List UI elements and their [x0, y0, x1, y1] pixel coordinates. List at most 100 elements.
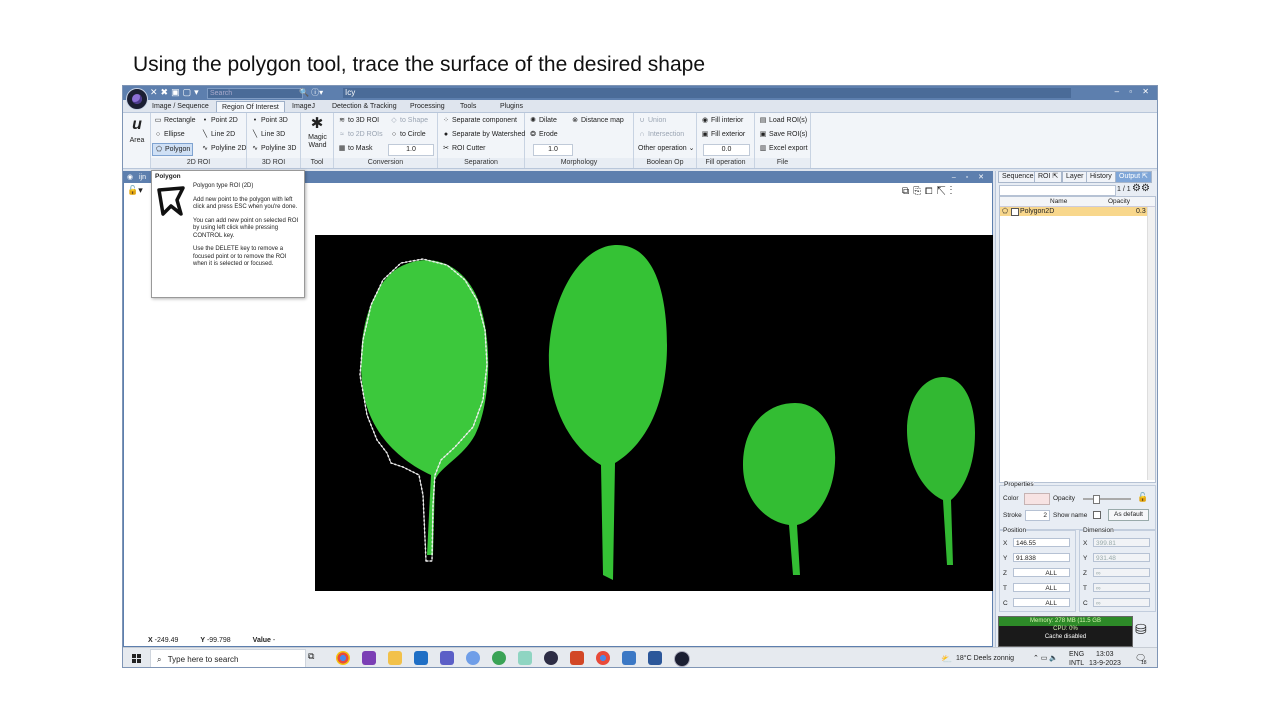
- onenote-icon[interactable]: [362, 651, 376, 665]
- roi-cutter-button[interactable]: ✂ ROI Cutter: [440, 143, 487, 154]
- tray-icons[interactable]: ⌃ ▭ 🔈: [1033, 654, 1058, 662]
- table-row[interactable]: ⬠ Polygon2D 0.3: [1000, 207, 1147, 216]
- lang-ind-1[interactable]: ENG: [1069, 651, 1084, 658]
- icy-taskbar-icon[interactable]: [674, 651, 690, 667]
- duplicate-icon[interactable]: ⎘: [913, 186, 925, 197]
- task-view-icon[interactable]: ⧉: [308, 651, 322, 665]
- save-rois-button[interactable]: ▣ Save ROI(s): [757, 129, 810, 140]
- search-input[interactable]: Search: [207, 88, 303, 99]
- lock-icon[interactable]: 🔓▾: [127, 185, 143, 196]
- tab-plugins[interactable]: Plugins: [495, 101, 528, 112]
- app-icon-4[interactable]: [544, 651, 558, 665]
- pos-x-field[interactable]: 146.55: [1013, 538, 1070, 547]
- teams-icon[interactable]: [440, 651, 454, 665]
- chrome-icon-2[interactable]: [596, 651, 610, 665]
- weather-text[interactable]: 18°C Deels zonnig: [956, 655, 1014, 662]
- intersection-button[interactable]: ∩ Intersection: [636, 129, 686, 140]
- dilate-button[interactable]: ✺ Dilate: [527, 115, 559, 126]
- quick-access-icons[interactable]: ✕✖▣▢▾: [150, 87, 202, 98]
- show-name-checkbox[interactable]: [1093, 511, 1101, 519]
- external-icon[interactable]: ⇱: [936, 186, 949, 197]
- dim-z-field[interactable]: ∞: [1093, 568, 1150, 577]
- app-icon-3[interactable]: [518, 651, 532, 665]
- polyline3d-tool[interactable]: ∿ Polyline 3D: [249, 143, 298, 154]
- tab-roi[interactable]: ROI ⇱: [1034, 171, 1063, 183]
- dim-x-field[interactable]: 399.81: [1093, 538, 1150, 547]
- opacity-slider[interactable]: [1083, 498, 1131, 500]
- tab-tools[interactable]: Tools: [455, 101, 481, 112]
- leaf-image[interactable]: [315, 235, 993, 591]
- to-3d-roi-button[interactable]: ≋ to 3D ROI: [336, 115, 381, 126]
- chrome-icon[interactable]: [336, 651, 350, 665]
- dim-y-field[interactable]: 931.48: [1093, 553, 1150, 562]
- morphology-value-field[interactable]: 1.0: [533, 144, 573, 156]
- line2d-tool[interactable]: ╲ Line 2D: [199, 129, 237, 140]
- union-button[interactable]: ∪ Union: [636, 115, 668, 126]
- app-icon-5[interactable]: [622, 651, 636, 665]
- line3d-tool[interactable]: ╲ Line 3D: [249, 129, 287, 140]
- point3d-tool[interactable]: • Point 3D: [249, 115, 290, 126]
- tab-sequence[interactable]: Sequence: [998, 171, 1038, 183]
- app-icon-2[interactable]: [492, 651, 506, 665]
- word-icon[interactable]: [648, 651, 662, 665]
- magic-wand-label[interactable]: Magic Wand: [302, 134, 333, 150]
- tab-processing[interactable]: Processing: [405, 101, 450, 112]
- to-mask-button[interactable]: ▦ to Mask: [336, 143, 375, 154]
- dim-t-field[interactable]: ∞: [1093, 583, 1150, 592]
- screenshot-icon[interactable]: ⧉: [902, 186, 913, 197]
- tab-layer[interactable]: Layer: [1062, 171, 1088, 183]
- load-rois-button[interactable]: ▤ Load ROI(s): [757, 115, 809, 126]
- tab-detection-tracking[interactable]: Detection & Tracking: [327, 101, 402, 112]
- clock-date[interactable]: 13-9-2023: [1089, 660, 1121, 667]
- to-circle-button[interactable]: ○ to Circle: [388, 129, 428, 140]
- pos-z-field[interactable]: ALL: [1013, 568, 1070, 577]
- roi-filter-input[interactable]: [999, 185, 1116, 196]
- weather-icon[interactable]: ⛅: [941, 654, 952, 665]
- lock-icon[interactable]: 🔓: [1137, 492, 1148, 503]
- tab-image-sequence[interactable]: Image / Sequence: [147, 101, 214, 112]
- excel-export-button[interactable]: ▥ Excel export: [757, 143, 810, 154]
- search-help-icons[interactable]: 🔍 ⓘ▾: [299, 87, 323, 98]
- roi-checkbox[interactable]: [1011, 208, 1019, 216]
- app-icon-1[interactable]: [466, 651, 480, 665]
- gear-icon[interactable]: ⚙⚙: [1132, 183, 1150, 194]
- taskbar-search-input[interactable]: ⌕ Type here to search: [150, 649, 306, 667]
- distance-map-button[interactable]: ⊗ Distance map: [569, 115, 626, 126]
- rectangle-tool[interactable]: ▭ Rectangle: [152, 115, 198, 126]
- polyline2d-tool[interactable]: ∿ Polyline 2D: [199, 143, 248, 154]
- clock-time[interactable]: 13:03: [1096, 651, 1114, 658]
- fill-exterior-button[interactable]: ▣ Fill exterior: [699, 129, 747, 140]
- color-swatch[interactable]: [1024, 493, 1050, 505]
- to-2d-rois-button[interactable]: ≈ to 2D ROIs: [336, 129, 385, 140]
- dim-c-field[interactable]: ∞: [1093, 598, 1150, 607]
- fill-interior-button[interactable]: ◉ Fill interior: [699, 115, 745, 126]
- area-icon[interactable]: u: [127, 117, 147, 133]
- file-explorer-icon[interactable]: [388, 651, 402, 665]
- pos-c-field[interactable]: ALL: [1013, 598, 1070, 607]
- copy-icon[interactable]: ⧠: [925, 186, 936, 197]
- roi-table-scrollbar[interactable]: [1147, 207, 1155, 480]
- tab-output[interactable]: Output ⇱: [1115, 171, 1152, 183]
- conversion-value-field[interactable]: 1.0: [388, 144, 434, 156]
- fill-value-field[interactable]: 0.0: [703, 144, 750, 156]
- as-default-button[interactable]: As default: [1108, 509, 1149, 521]
- stroke-stepper[interactable]: 2: [1025, 510, 1050, 521]
- pos-y-field[interactable]: 91.838: [1013, 553, 1070, 562]
- magic-wand-icon[interactable]: ✱: [307, 116, 327, 131]
- windows-start-icon[interactable]: [132, 654, 142, 664]
- outlook-icon[interactable]: [414, 651, 428, 665]
- other-operation-dropdown[interactable]: Other operation ⌄: [636, 143, 696, 154]
- memory-monitor[interactable]: Memory: 278 MB (11.5 GB CPU: 0% Cache di…: [998, 616, 1133, 647]
- erode-button[interactable]: ❂ Erode: [527, 129, 560, 140]
- separate-component-button[interactable]: ⁘ Separate component: [440, 115, 519, 126]
- point2d-tool[interactable]: • Point 2D: [199, 115, 240, 126]
- icy-logo-icon[interactable]: [126, 88, 148, 110]
- pos-t-field[interactable]: ALL: [1013, 583, 1070, 592]
- to-shape-button[interactable]: ◇ to Shape: [388, 115, 430, 126]
- opacity-slider-handle[interactable]: [1093, 495, 1100, 504]
- ellipse-tool[interactable]: ○ Ellipse: [152, 129, 187, 140]
- separate-watershed-button[interactable]: ● Separate by Watershed: [440, 129, 527, 140]
- database-icon[interactable]: ⛁: [1135, 621, 1147, 638]
- viewer-toolbar[interactable]: ⧉⎘⧠⇱⁝: [902, 186, 956, 197]
- tab-history[interactable]: History: [1086, 171, 1116, 183]
